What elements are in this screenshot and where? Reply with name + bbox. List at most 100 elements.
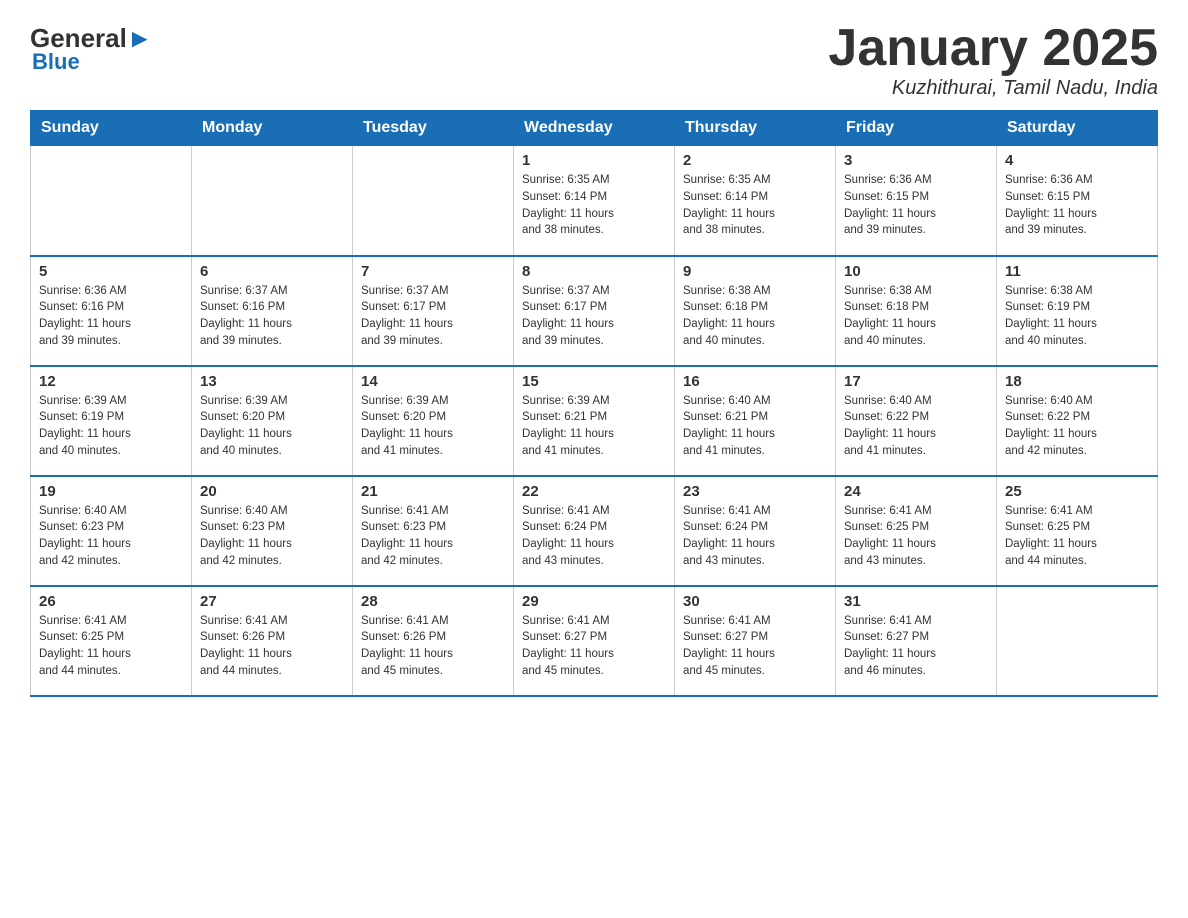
month-title: January 2025 [828, 20, 1158, 77]
day-number: 25 [1005, 483, 1149, 500]
calendar-week-row: 1 Sunrise: 6:35 AM Sunset: 6:14 PM Daylig… [31, 146, 1158, 256]
day-number: 7 [361, 263, 505, 280]
calendar-cell: 7Sunrise: 6:37 AM Sunset: 6:17 PM Daylig… [353, 256, 514, 366]
calendar-cell: 19 Sunrise: 6:40 AM Sunset: 6:23 PM Dayli… [31, 476, 192, 586]
day-number: 24 [844, 483, 988, 500]
day-number: 19 [39, 483, 183, 500]
calendar-cell: 18 Sunrise: 6:40 AM Sunset: 6:22 PM Dayli… [997, 366, 1158, 476]
calendar-header: SundayMondayTuesdayWednesdayThursdayFrid… [31, 111, 1158, 146]
weekday-header-thursday: Thursday [675, 111, 836, 146]
day-number: 21 [361, 483, 505, 500]
calendar-cell: 9 Sunrise: 6:38 AM Sunset: 6:18 PM Daylig… [675, 256, 836, 366]
calendar-week-row: 5 Sunrise: 6:36 AM Sunset: 6:16 PM Daylig… [31, 256, 1158, 366]
day-info: Sunrise: 6:38 AM Sunset: 6:19 PM Dayligh… [1005, 283, 1149, 350]
calendar-week-row: 12 Sunrise: 6:39 AM Sunset: 6:19 PM Dayli… [31, 366, 1158, 476]
day-info: Sunrise: 6:41 AM Sunset: 6:27 PM Dayligh… [844, 613, 988, 680]
day-number: 23 [683, 483, 827, 500]
calendar-cell: 14 Sunrise: 6:39 AM Sunset: 6:20 PM Dayli… [353, 366, 514, 476]
weekday-header-wednesday: Wednesday [514, 111, 675, 146]
day-info: Sunrise: 6:35 AM Sunset: 6:14 PM Dayligh… [683, 172, 827, 239]
day-info: Sunrise: 6:38 AM Sunset: 6:18 PM Dayligh… [683, 283, 827, 350]
logo-text: General► [30, 25, 153, 51]
calendar-table: SundayMondayTuesdayWednesdayThursdayFrid… [30, 110, 1158, 697]
weekday-header-monday: Monday [192, 111, 353, 146]
calendar-cell: 30 Sunrise: 6:41 AM Sunset: 6:27 PM Dayli… [675, 586, 836, 696]
calendar-cell: 8 Sunrise: 6:37 AM Sunset: 6:17 PM Daylig… [514, 256, 675, 366]
page-header: General► Blue January 2025 Kuzhithurai, … [30, 20, 1158, 100]
day-info: Sunrise: 6:41 AM Sunset: 6:26 PM Dayligh… [361, 613, 505, 680]
calendar-cell: 3Sunrise: 6:36 AM Sunset: 6:15 PM Daylig… [836, 146, 997, 256]
calendar-cell: 21Sunrise: 6:41 AM Sunset: 6:23 PM Dayli… [353, 476, 514, 586]
day-number: 5 [39, 263, 183, 280]
day-info: Sunrise: 6:40 AM Sunset: 6:23 PM Dayligh… [39, 503, 183, 570]
calendar-cell: 29Sunrise: 6:41 AM Sunset: 6:27 PM Dayli… [514, 586, 675, 696]
calendar-cell: 17Sunrise: 6:40 AM Sunset: 6:22 PM Dayli… [836, 366, 997, 476]
day-info: Sunrise: 6:40 AM Sunset: 6:21 PM Dayligh… [683, 393, 827, 460]
calendar-cell: 23 Sunrise: 6:41 AM Sunset: 6:24 PM Dayli… [675, 476, 836, 586]
calendar-cell: 6 Sunrise: 6:37 AM Sunset: 6:16 PM Daylig… [192, 256, 353, 366]
day-number: 11 [1005, 263, 1149, 280]
calendar-cell: 1 Sunrise: 6:35 AM Sunset: 6:14 PM Daylig… [514, 146, 675, 256]
day-info: Sunrise: 6:40 AM Sunset: 6:22 PM Dayligh… [1005, 393, 1149, 460]
calendar-cell: 10Sunrise: 6:38 AM Sunset: 6:18 PM Dayli… [836, 256, 997, 366]
day-info: Sunrise: 6:41 AM Sunset: 6:25 PM Dayligh… [39, 613, 183, 680]
day-number: 4 [1005, 152, 1149, 169]
day-info: Sunrise: 6:41 AM Sunset: 6:27 PM Dayligh… [683, 613, 827, 680]
calendar-cell: 20 Sunrise: 6:40 AM Sunset: 6:23 PM Dayli… [192, 476, 353, 586]
day-number: 28 [361, 593, 505, 610]
day-info: Sunrise: 6:36 AM Sunset: 6:16 PM Dayligh… [39, 283, 183, 350]
calendar-cell: 13Sunrise: 6:39 AM Sunset: 6:20 PM Dayli… [192, 366, 353, 476]
location-text: Kuzhithurai, Tamil Nadu, India [828, 77, 1158, 100]
calendar-cell [353, 146, 514, 256]
day-number: 6 [200, 263, 344, 280]
day-number: 14 [361, 373, 505, 390]
day-number: 15 [522, 373, 666, 390]
calendar-cell: 16Sunrise: 6:40 AM Sunset: 6:21 PM Dayli… [675, 366, 836, 476]
logo-blue-text: Blue [30, 49, 80, 75]
day-number: 18 [1005, 373, 1149, 390]
day-info: Sunrise: 6:39 AM Sunset: 6:20 PM Dayligh… [200, 393, 344, 460]
calendar-cell: 11 Sunrise: 6:38 AM Sunset: 6:19 PM Dayli… [997, 256, 1158, 366]
day-info: Sunrise: 6:37 AM Sunset: 6:17 PM Dayligh… [522, 283, 666, 350]
calendar-cell: 28 Sunrise: 6:41 AM Sunset: 6:26 PM Dayli… [353, 586, 514, 696]
calendar-cell: 27Sunrise: 6:41 AM Sunset: 6:26 PM Dayli… [192, 586, 353, 696]
day-info: Sunrise: 6:39 AM Sunset: 6:21 PM Dayligh… [522, 393, 666, 460]
weekday-header-saturday: Saturday [997, 111, 1158, 146]
calendar-cell [31, 146, 192, 256]
day-number: 31 [844, 593, 988, 610]
logo: General► Blue [30, 20, 153, 75]
day-info: Sunrise: 6:41 AM Sunset: 6:25 PM Dayligh… [844, 503, 988, 570]
day-number: 20 [200, 483, 344, 500]
calendar-cell: 2Sunrise: 6:35 AM Sunset: 6:14 PM Daylig… [675, 146, 836, 256]
day-info: Sunrise: 6:37 AM Sunset: 6:16 PM Dayligh… [200, 283, 344, 350]
day-info: Sunrise: 6:41 AM Sunset: 6:24 PM Dayligh… [683, 503, 827, 570]
day-number: 22 [522, 483, 666, 500]
calendar-cell: 22Sunrise: 6:41 AM Sunset: 6:24 PM Dayli… [514, 476, 675, 586]
weekday-header-tuesday: Tuesday [353, 111, 514, 146]
day-number: 8 [522, 263, 666, 280]
calendar-cell [997, 586, 1158, 696]
calendar-cell: 12 Sunrise: 6:39 AM Sunset: 6:19 PM Dayli… [31, 366, 192, 476]
day-info: Sunrise: 6:39 AM Sunset: 6:20 PM Dayligh… [361, 393, 505, 460]
day-number: 9 [683, 263, 827, 280]
day-number: 1 [522, 152, 666, 169]
day-info: Sunrise: 6:41 AM Sunset: 6:25 PM Dayligh… [1005, 503, 1149, 570]
day-number: 3 [844, 152, 988, 169]
weekday-header-sunday: Sunday [31, 111, 192, 146]
day-info: Sunrise: 6:40 AM Sunset: 6:23 PM Dayligh… [200, 503, 344, 570]
calendar-cell: 5 Sunrise: 6:36 AM Sunset: 6:16 PM Daylig… [31, 256, 192, 366]
calendar-cell: 26 Sunrise: 6:41 AM Sunset: 6:25 PM Dayli… [31, 586, 192, 696]
calendar-cell: 15 Sunrise: 6:39 AM Sunset: 6:21 PM Dayli… [514, 366, 675, 476]
day-info: Sunrise: 6:39 AM Sunset: 6:19 PM Dayligh… [39, 393, 183, 460]
day-number: 27 [200, 593, 344, 610]
calendar-cell: 31 Sunrise: 6:41 AM Sunset: 6:27 PM Dayli… [836, 586, 997, 696]
calendar-week-row: 26 Sunrise: 6:41 AM Sunset: 6:25 PM Dayli… [31, 586, 1158, 696]
calendar-body: 1 Sunrise: 6:35 AM Sunset: 6:14 PM Daylig… [31, 146, 1158, 696]
logo-triangle-icon: ► [127, 23, 153, 53]
day-number: 12 [39, 373, 183, 390]
day-number: 30 [683, 593, 827, 610]
day-number: 29 [522, 593, 666, 610]
day-number: 26 [39, 593, 183, 610]
calendar-cell [192, 146, 353, 256]
day-info: Sunrise: 6:35 AM Sunset: 6:14 PM Dayligh… [522, 172, 666, 239]
